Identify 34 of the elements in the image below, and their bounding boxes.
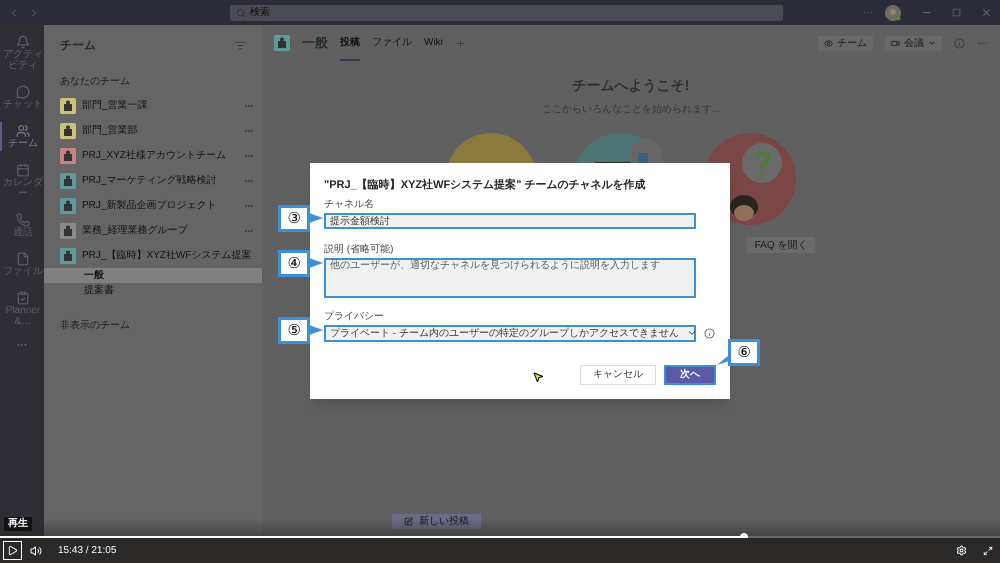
cancel-button[interactable]: キャンセル xyxy=(580,364,656,384)
privacy-select[interactable]: プライベート - チーム内のユーザーの特定のグループしかアクセスできません xyxy=(324,324,696,342)
channel-tab[interactable]: ファイル xyxy=(372,25,412,61)
section-heading: あなたのチーム xyxy=(59,75,131,89)
team-name[interactable]: 業務_経理業務グループ xyxy=(82,223,188,238)
callout: ⑥ xyxy=(728,339,760,366)
team-name[interactable]: PRJ_【臨時】XYZ社WFシステム提案 xyxy=(82,248,252,263)
channel-item[interactable]: 一般 xyxy=(44,268,262,283)
new-post-button[interactable]: 新しい投稿 xyxy=(392,514,481,529)
callout: ④ xyxy=(278,250,310,276)
team-name[interactable]: PRJ_XYZ社様アカウントチーム xyxy=(82,148,226,163)
dialog-title: "PRJ_【臨時】XYZ社WFシステム提案" チームのチャネルを作成 xyxy=(324,177,646,193)
field-label: 説明 (省略可能) xyxy=(324,244,394,254)
more-menu[interactable]: ··· xyxy=(863,5,873,20)
section-heading: 非表示のチーム xyxy=(59,318,131,333)
channel-tab[interactable]: 投稿 xyxy=(340,25,360,61)
team-name[interactable]: PRJ_新製品企画プロジェクト xyxy=(82,198,216,213)
field-label: チャネル名 xyxy=(324,200,375,210)
channel-name-field[interactable]: 提示金額検討 xyxy=(324,212,696,228)
faq-button[interactable]: FAQ を開く xyxy=(746,237,816,253)
time-display: 15:43 / 21:05 xyxy=(58,544,116,558)
header-action-button[interactable]: チーム xyxy=(818,36,873,50)
callout: ⑤ xyxy=(278,316,310,344)
callout: ③ xyxy=(278,204,310,232)
field-label: プライバシー xyxy=(324,312,385,322)
team-name[interactable]: PRJ_マーケティング戦略検討 xyxy=(82,173,216,188)
channel-item[interactable]: 提案書 xyxy=(44,283,262,298)
tooltip: 再生 xyxy=(4,517,32,531)
team-name[interactable]: 部門_営業一課 xyxy=(82,98,148,113)
team-name[interactable]: 部門_営業部 xyxy=(82,123,138,138)
header-action-button[interactable]: 会議 xyxy=(885,36,942,50)
next-button[interactable]: 次へ xyxy=(664,364,716,384)
channel-tab[interactable]: Wiki xyxy=(424,25,443,61)
sidebar-title: チーム xyxy=(60,37,96,54)
